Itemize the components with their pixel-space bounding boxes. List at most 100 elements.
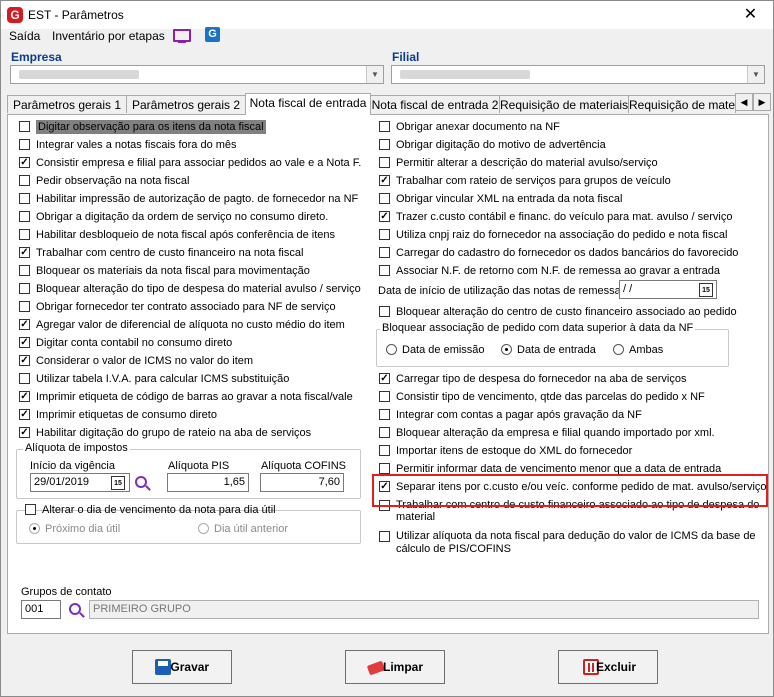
checkbox[interactable] [379,139,390,150]
data-inicio-label: Data de início de utilização das notas d… [378,285,621,297]
data-entrada-label: Data de entrada [517,344,596,356]
search-icon[interactable] [135,476,147,488]
header-area: Empresa ▼ Filial ▼ [1,47,773,91]
checkbox-label: Consistir tipo de vencimento, qtde das p… [396,391,705,403]
checkbox-label: Obrigar anexar documento na NF [396,121,560,133]
checkbox-label: Integrar vales a notas fiscais fora do m… [36,139,237,151]
filial-combo[interactable]: ▼ [391,65,765,84]
g-app-icon[interactable]: G [205,27,220,42]
title-bar: G EST - Parâmetros ✕ [1,1,773,29]
checkbox[interactable]: ✓ [19,409,30,420]
checkbox[interactable] [379,531,390,542]
checkbox-label: Associar N.F. de retorno com N.F. de rem… [396,265,721,277]
aliquota-cofins-label: Alíquota COFINS [261,460,346,472]
checkbox[interactable] [19,265,30,276]
checkbox-label: Trazer c.custo contábil e financ. do veí… [396,211,733,223]
chevron-down-icon[interactable]: ▼ [366,66,383,83]
empresa-combo[interactable]: ▼ [10,65,384,84]
line2: material [396,511,436,523]
checkbox[interactable] [19,175,30,186]
dia-util-anterior-radio[interactable] [198,523,209,534]
tab-nota-fiscal-entrada[interactable]: Nota fiscal de entrada [245,93,371,115]
chevron-down-icon[interactable]: ▼ [747,66,764,83]
tab-parametros-gerais-1[interactable]: Parâmetros gerais 1 [7,95,127,113]
checkbox[interactable]: ✓ [379,373,390,384]
checkbox[interactable]: ✓ [19,337,30,348]
checkbox-label: Carregar tipo de despesa do fornecedor n… [396,373,687,385]
checkbox-label: Permitir alterar a descrição do material… [396,157,658,169]
tab-scroll-left-icon[interactable]: ◀ [735,93,753,111]
checkbox[interactable] [379,463,390,474]
data-entrada-radio[interactable] [501,344,512,355]
checkbox[interactable] [379,409,390,420]
clear-button[interactable]: Limpar [345,650,445,684]
checkbox[interactable] [379,193,390,204]
checkbox-label: Habilitar impressão de autorização de pa… [36,193,359,205]
vencimento-checkbox[interactable] [25,504,36,515]
checkbox-label: Imprimir etiquetas de consumo direto [36,409,217,421]
proximo-dia-util-radio[interactable] [29,523,40,534]
monitor-icon[interactable] [173,29,191,43]
checkbox-label: Bloquear alteração da empresa e filial q… [396,427,715,439]
checkbox[interactable]: ✓ [19,355,30,366]
checkbox[interactable] [19,229,30,240]
line2: cálculo de PIS/COFINS [396,543,511,555]
bloquear-cc-checkbox[interactable] [379,306,390,317]
checkbox[interactable] [379,445,390,456]
checkbox[interactable] [19,139,30,150]
checkbox[interactable] [379,121,390,132]
checkbox[interactable]: ✓ [379,175,390,186]
checkbox[interactable]: ✓ [379,211,390,222]
checkbox-label: Digitar observação para os itens da nota… [36,120,266,134]
checkbox[interactable] [379,157,390,168]
tab-requisicao-materi[interactable]: Requisição de materi [628,95,736,113]
checkbox[interactable] [19,283,30,294]
checkbox[interactable] [19,121,30,132]
checkbox-label: Obrigar a digitação da ordem de serviço … [36,211,329,223]
highlight-frame [372,474,768,507]
checkbox[interactable] [379,391,390,402]
ambas-radio[interactable] [613,344,624,355]
checkbox[interactable] [379,265,390,276]
save-button[interactable]: Gravar [132,650,232,684]
delete-button[interactable]: Excluir [558,650,658,684]
checkbox[interactable]: ✓ [19,319,30,330]
aliquota-cofins-input[interactable]: 7,60 [260,473,344,492]
grupo-code-input[interactable]: 001 [21,600,61,619]
checkbox[interactable] [379,229,390,240]
checkbox-label: Bloquear alteração do tipo de despesa do… [36,283,361,295]
tab-parametros-gerais-2[interactable]: Parâmetros gerais 2 [126,95,246,113]
calendar-icon[interactable]: 15 [699,283,713,297]
checkbox[interactable] [19,211,30,222]
checkbox-label: Carregar do cadastro do fornecedor os da… [396,247,739,259]
checkbox[interactable]: ✓ [19,247,30,258]
menu-inventario[interactable]: Inventário por etapas [52,29,165,43]
tab-requisicao-materiais[interactable]: Requisição de materiais [499,95,629,113]
checkbox[interactable] [19,193,30,204]
checkbox[interactable]: ✓ [19,391,30,402]
grupo-name-field: PRIMEIRO GRUPO [89,600,759,619]
vencimento-checkbox-row[interactable]: Alterar o dia de vencimento da nota para… [25,503,276,519]
line1: Utilizar alíquota da nota fiscal para de… [396,530,756,542]
checkbox-label: Trabalhar com rateio de serviços para gr… [396,175,671,187]
tab-scroll-right-icon[interactable]: ▶ [753,93,771,111]
checkbox[interactable]: ✓ [19,157,30,168]
checkbox[interactable]: ✓ [19,427,30,438]
checkbox-label: Agregar valor de diferencial de alíquota… [36,319,345,331]
checkbox[interactable] [379,427,390,438]
checkbox[interactable] [19,373,30,384]
window-title: EST - Parâmetros [28,8,124,22]
data-emissao-radio[interactable] [386,344,397,355]
checkbox-label: Obrigar digitação do motivo de advertênc… [396,139,606,151]
close-button[interactable]: ✕ [728,1,773,29]
tab-nota-fiscal-entrada-2[interactable]: Nota fiscal de entrada 2 [370,95,500,113]
empresa-redacted [19,70,139,79]
search-icon[interactable] [69,603,81,615]
calendar-icon[interactable]: 15 [111,476,125,490]
menu-saida[interactable]: Saída [9,29,40,43]
checkbox-label: Habilitar desbloqueio de nota fiscal apó… [36,229,336,241]
aliquota-pis-input[interactable]: 1,65 [167,473,249,492]
delete-label: Excluir [595,660,637,674]
checkbox[interactable] [379,247,390,258]
checkbox[interactable] [19,301,30,312]
